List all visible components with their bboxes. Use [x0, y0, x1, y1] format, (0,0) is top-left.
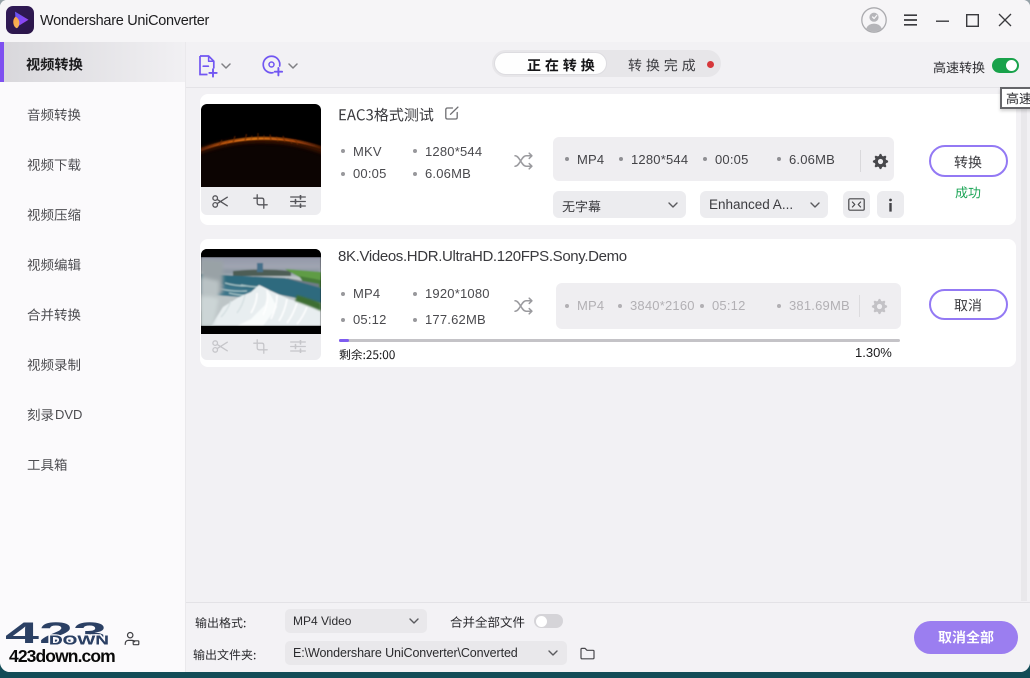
- svg-text:DOWN: DOWN: [49, 633, 109, 647]
